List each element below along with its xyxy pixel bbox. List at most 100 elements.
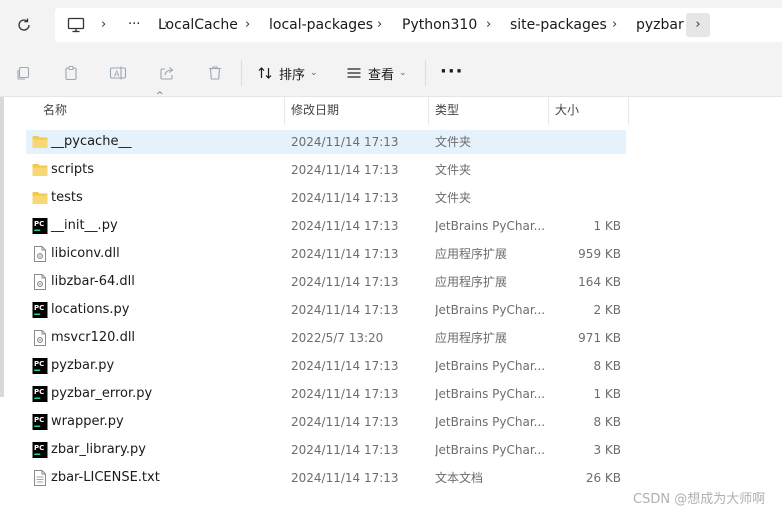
view-button[interactable]: 查看 ⌄: [346, 61, 407, 85]
file-row[interactable]: PC zbar_library.py 2024/11/14 17:13 JetB…: [26, 438, 626, 462]
file-size: 164 KB: [578, 275, 621, 289]
file-size: 3 KB: [593, 443, 621, 457]
breadcrumb-separator[interactable]: ›: [245, 8, 250, 42]
toolbar-divider: [425, 60, 426, 86]
dll-file-icon: [31, 245, 49, 263]
breadcrumb-item-site-packages[interactable]: site-packages: [510, 8, 607, 42]
file-type: JetBrains PyChar...: [435, 303, 545, 317]
toolbar-divider: [241, 60, 242, 86]
file-size: 1 KB: [593, 387, 621, 401]
column-divider[interactable]: [428, 97, 429, 125]
file-type: 文件夹: [435, 135, 472, 149]
file-date: 2024/11/14 17:13: [291, 387, 399, 401]
breadcrumb-item-pyzbar[interactable]: pyzbar: [636, 8, 684, 42]
file-row[interactable]: PC pyzbar_error.py 2024/11/14 17:13 JetB…: [26, 382, 626, 406]
file-type: JetBrains PyChar...: [435, 443, 545, 457]
file-size: 2 KB: [593, 303, 621, 317]
address-bar-area: › ··· › LocalCache › local-packages › Py…: [0, 0, 782, 50]
file-row[interactable]: PC locations.py 2024/11/14 17:13 JetBrai…: [26, 298, 626, 322]
file-size: 959 KB: [578, 247, 621, 261]
paste-button[interactable]: [61, 63, 81, 83]
chevron-down-icon: ⌄: [399, 68, 407, 78]
file-date: 2024/11/14 17:13: [291, 163, 399, 177]
breadcrumb-separator[interactable]: ›: [486, 8, 491, 42]
file-date: 2024/11/14 17:13: [291, 219, 399, 233]
file-date: 2024/11/14 17:13: [291, 303, 399, 317]
column-divider[interactable]: [548, 97, 549, 125]
sort-icon: [258, 67, 272, 79]
file-size: 8 KB: [593, 415, 621, 429]
share-button[interactable]: [157, 63, 177, 83]
sort-up-indicator-icon: ^: [156, 91, 164, 101]
file-row[interactable]: PC pyzbar.py 2024/11/14 17:13 JetBrains …: [26, 354, 626, 378]
breadcrumb-item-python310[interactable]: Python310: [402, 8, 477, 42]
file-row[interactable]: libiconv.dll 2024/11/14 17:13 应用程序扩展 959…: [26, 242, 626, 266]
file-size: 26 KB: [585, 471, 621, 485]
paste-icon: [65, 65, 77, 81]
file-row[interactable]: zbar-LICENSE.txt 2024/11/14 17:13 文本文档 2…: [26, 466, 626, 490]
column-header-size[interactable]: 大小: [555, 97, 579, 123]
file-list: ^ 名称 修改日期 类型 大小 __pycache__ 2024/11/14 1…: [0, 91, 782, 511]
column-header-type[interactable]: 类型: [435, 97, 459, 123]
file-row[interactable]: libzbar-64.dll 2024/11/14 17:13 应用程序扩展 1…: [26, 270, 626, 294]
breadcrumb-item-local-packages[interactable]: local-packages: [269, 8, 373, 42]
file-type: JetBrains PyChar...: [435, 387, 545, 401]
file-row[interactable]: msvcr120.dll 2022/5/7 13:20 应用程序扩展 971 K…: [26, 326, 626, 350]
file-row[interactable]: PC __init__.py 2024/11/14 17:13 JetBrain…: [26, 214, 626, 238]
breadcrumb-separator[interactable]: ›: [101, 8, 106, 42]
file-row[interactable]: tests 2024/11/14 17:13 文件夹: [26, 186, 626, 210]
breadcrumb-item-localcache[interactable]: LocalCache: [158, 8, 238, 42]
share-icon: [160, 67, 174, 80]
column-divider[interactable]: [284, 97, 285, 125]
rename-icon: A: [109, 66, 127, 80]
file-type: 应用程序扩展: [435, 247, 508, 261]
svg-text:PC: PC: [34, 416, 44, 424]
column-header-name[interactable]: 名称: [43, 97, 67, 123]
file-date: 2024/11/14 17:13: [291, 359, 399, 373]
file-row[interactable]: PC wrapper.py 2024/11/14 17:13 JetBrains…: [26, 410, 626, 434]
folder-icon: [31, 189, 49, 207]
file-name: __init__.py: [51, 218, 118, 233]
file-name: locations.py: [51, 302, 130, 317]
column-divider[interactable]: [628, 97, 629, 125]
file-name: pyzbar_error.py: [51, 386, 153, 401]
file-row[interactable]: __pycache__ 2024/11/14 17:13 文件夹: [26, 130, 626, 154]
svg-text:PC: PC: [34, 388, 44, 396]
pycharm-file-icon: PC: [31, 385, 49, 403]
copy-button[interactable]: [13, 63, 33, 83]
breadcrumb[interactable]: › ··· › LocalCache › local-packages › Py…: [55, 8, 782, 42]
refresh-icon: [18, 18, 30, 31]
file-date: 2024/11/14 17:13: [291, 247, 399, 261]
file-row[interactable]: scripts 2024/11/14 17:13 文件夹: [26, 158, 626, 182]
file-date: 2024/11/14 17:13: [291, 443, 399, 457]
chevron-down-icon: ⌄: [310, 68, 318, 78]
file-type: 应用程序扩展: [435, 331, 508, 345]
text-file-icon: [31, 469, 49, 487]
svg-text:A: A: [114, 70, 120, 79]
watermark: CSDN @想成为大师啊: [633, 492, 766, 507]
more-options-button[interactable]: ···: [440, 61, 464, 82]
scrollbar[interactable]: [0, 97, 4, 397]
column-header-date[interactable]: 修改日期: [291, 97, 339, 123]
copy-icon: [17, 66, 30, 80]
breadcrumb-overflow[interactable]: ···: [128, 8, 140, 42]
file-date: 2024/11/14 17:13: [291, 275, 399, 289]
svg-text:PC: PC: [34, 220, 44, 228]
breadcrumb-separator[interactable]: ›: [377, 8, 382, 42]
breadcrumb-more-button[interactable]: ›: [686, 13, 710, 37]
sort-button[interactable]: 排序 ⌄: [257, 61, 318, 85]
refresh-button[interactable]: [10, 11, 38, 39]
delete-button[interactable]: [205, 63, 225, 83]
file-date: 2024/11/14 17:13: [291, 135, 399, 149]
file-name: wrapper.py: [51, 414, 124, 429]
file-name: pyzbar.py: [51, 358, 115, 373]
breadcrumb-separator[interactable]: ›: [612, 8, 617, 42]
dll-file-icon: [31, 329, 49, 347]
svg-text:PC: PC: [34, 360, 44, 368]
computer-icon[interactable]: [67, 17, 85, 33]
folder-icon: [31, 133, 49, 151]
command-bar: A 排序 ⌄ 查看 ⌄ ···: [0, 50, 782, 97]
rename-button[interactable]: A: [108, 63, 128, 83]
file-date: 2024/11/14 17:13: [291, 191, 399, 205]
file-name: scripts: [51, 162, 94, 177]
